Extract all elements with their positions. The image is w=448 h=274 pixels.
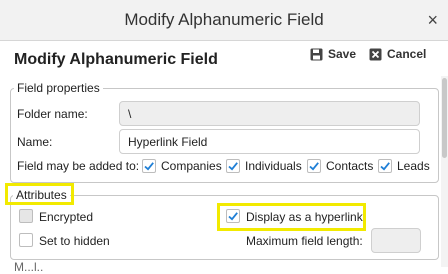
hyperlink-label: Display as a hyperlink (246, 210, 363, 224)
encrypted-label: Encrypted (39, 210, 94, 224)
dialog-titlebar: Modify Alphanumeric Field × (0, 0, 448, 41)
checkmark-icon (228, 212, 238, 221)
hidden-label: Set to hidden (39, 234, 110, 248)
checkmark-icon (309, 162, 319, 171)
name-label: Name: (17, 135, 53, 149)
max-length-label: Maximum field length: (246, 234, 363, 248)
field-properties-legend: Field properties (14, 81, 103, 95)
checkmark-icon (380, 162, 390, 171)
close-icon[interactable]: × (427, 10, 438, 30)
cancel-button[interactable]: Cancel (369, 45, 426, 63)
companies-checkbox[interactable] (142, 159, 156, 173)
scrollbar[interactable] (441, 76, 448, 267)
individuals-checkbox[interactable] (226, 159, 240, 173)
folder-name-field: \ (119, 101, 420, 126)
next-section-heading: M...l.. (14, 260, 44, 274)
contacts-checkbox[interactable] (307, 159, 321, 173)
folder-name-label: Folder name: (17, 107, 88, 121)
save-label: Save (328, 47, 357, 61)
scrollbar-thumb[interactable] (442, 78, 447, 158)
save-button[interactable]: Save (310, 45, 356, 63)
checkmark-icon (144, 162, 154, 171)
max-length-field (371, 228, 421, 253)
attributes-highlight-box (5, 183, 74, 205)
companies-label: Companies (161, 159, 222, 173)
leads-label: Leads (397, 159, 430, 173)
cancel-label: Cancel (387, 47, 427, 61)
dialog-title: Modify Alphanumeric Field (124, 10, 324, 29)
floppy-disk-icon (310, 48, 323, 60)
hidden-checkbox[interactable] (19, 233, 33, 247)
individuals-label: Individuals (245, 159, 302, 173)
hyperlink-checkbox[interactable] (226, 209, 240, 223)
leads-checkbox[interactable] (378, 159, 392, 173)
name-field[interactable]: Hyperlink Field (119, 129, 420, 154)
panel-title: Modify Alphanumeric Field (14, 51, 218, 68)
checkmark-icon (228, 162, 238, 171)
cancel-x-icon (369, 48, 382, 60)
contacts-label: Contacts (326, 159, 374, 173)
may-be-added-label: Field may be added to: (17, 159, 140, 173)
encrypted-checkbox[interactable] (19, 209, 33, 223)
